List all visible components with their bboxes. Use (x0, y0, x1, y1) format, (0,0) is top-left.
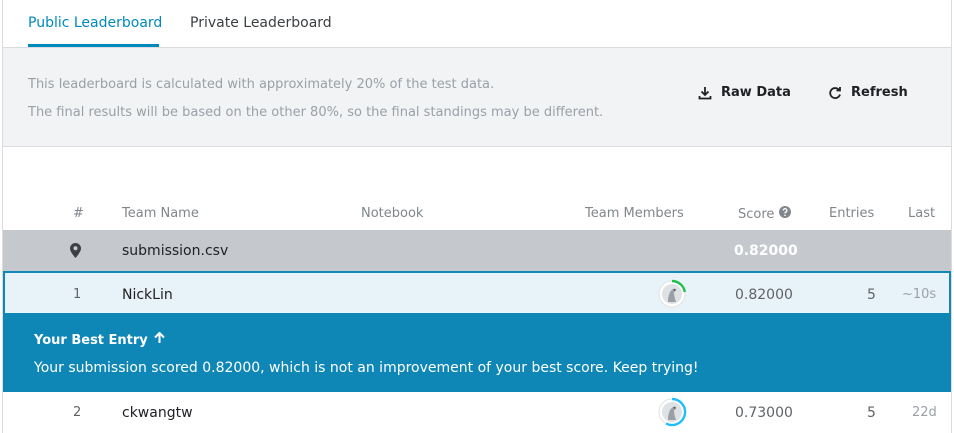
notice-text-line-1: This leaderboard is calculated with appr… (28, 77, 495, 92)
active-tab-indicator (28, 44, 159, 47)
row-entries: 5 (867, 405, 876, 421)
tab-private-leaderboard[interactable]: Private Leaderboard (190, 15, 332, 31)
row-team-name[interactable]: ckwangtw (122, 405, 193, 421)
row-rank: 1 (73, 287, 82, 302)
column-header-last: Last (908, 206, 936, 221)
column-header-score-label: Score (738, 206, 775, 222)
download-icon (698, 86, 712, 100)
column-header-team-members: Team Members (585, 206, 684, 221)
row-entries: 5 (867, 287, 876, 303)
location-pin-icon (70, 243, 81, 262)
column-header-score: Score (738, 206, 792, 222)
table-row[interactable]: 1 NickLin 0.82000 5 ~10s (3, 271, 951, 314)
refresh-button[interactable]: Refresh (828, 85, 908, 100)
raw-data-label: Raw Data (721, 85, 791, 100)
best-entry-message: Your submission scored 0.82000, which is… (34, 360, 699, 376)
row-score: 0.82000 (735, 287, 793, 303)
help-icon[interactable] (779, 206, 792, 222)
best-entry-title: Your Best Entry (34, 331, 165, 348)
avatar[interactable] (657, 397, 687, 431)
row-score: 0.73000 (735, 405, 793, 421)
column-header-rank: # (73, 206, 84, 221)
best-entry-banner: Your Best Entry Your submission scored 0… (3, 313, 951, 393)
row-last: 22d (912, 405, 937, 420)
leaderboard-panel: Public Leaderboard Private Leaderboard T… (2, 0, 952, 433)
best-entry-title-label: Your Best Entry (34, 332, 148, 348)
row-rank: 2 (73, 405, 82, 420)
leaderboard-notice: This leaderboard is calculated with appr… (3, 48, 951, 147)
submission-file-name: submission.csv (122, 243, 229, 259)
notice-text-line-2: The final results will be based on the o… (28, 105, 604, 120)
tab-public-leaderboard[interactable]: Public Leaderboard (28, 15, 162, 31)
column-header-team-name[interactable]: Team Name (122, 206, 199, 221)
leaderboard-tabs: Public Leaderboard Private Leaderboard (3, 0, 951, 48)
arrow-up-icon (154, 331, 165, 348)
refresh-icon (828, 86, 842, 100)
refresh-label: Refresh (851, 85, 908, 100)
submission-row: submission.csv 0.82000 (3, 230, 951, 272)
submission-score: 0.82000 (734, 243, 798, 259)
raw-data-button[interactable]: Raw Data (698, 85, 791, 100)
row-last: ~10s (902, 287, 937, 302)
table-row[interactable]: 2 ckwangtw 0.73000 5 22d (3, 392, 951, 433)
avatar[interactable] (657, 279, 687, 313)
column-header-notebook: Notebook (361, 206, 424, 221)
column-header-entries: Entries (829, 206, 875, 221)
row-team-name[interactable]: NickLin (122, 287, 173, 303)
